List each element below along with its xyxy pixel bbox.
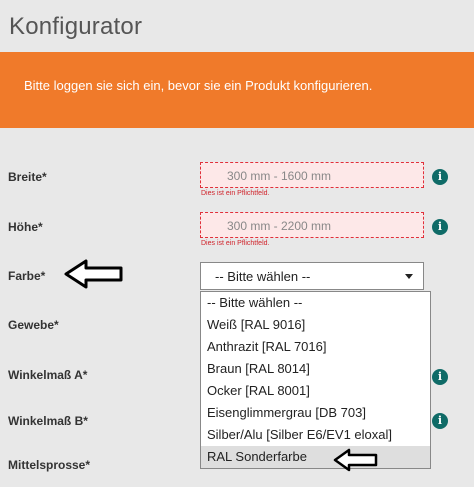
hoehe-error: Dies ist ein Pflichtfeld. <box>201 240 270 247</box>
login-notice-text: Bitte loggen sie sich ein, bevor sie ein… <box>24 78 373 93</box>
breite-input[interactable]: 300 mm - 1600 mm <box>200 162 424 188</box>
winkelmass-a-info-icon[interactable]: i <box>432 369 448 385</box>
hoehe-input[interactable]: 300 mm - 2200 mm <box>200 212 424 238</box>
chevron-down-icon <box>405 274 413 279</box>
winkelmass-a-label: Winkelmaß A* <box>8 368 88 382</box>
farbe-option[interactable]: Braun [RAL 8014] <box>201 358 430 380</box>
login-notice-banner: Bitte loggen sie sich ein, bevor sie ein… <box>0 52 474 128</box>
farbe-dropdown-list: -- Bitte wählen -- Weiß [RAL 9016] Anthr… <box>200 291 431 469</box>
arrow-left-icon <box>333 448 378 472</box>
breite-placeholder: 300 mm - 1600 mm <box>227 169 332 183</box>
breite-error: Dies ist ein Pflichtfeld. <box>201 190 270 197</box>
farbe-select[interactable]: -- Bitte wählen -- <box>200 262 424 290</box>
header: Konfigurator <box>0 0 474 52</box>
farbe-option[interactable]: Weiß [RAL 9016] <box>201 314 430 336</box>
hoehe-placeholder: 300 mm - 2200 mm <box>227 219 332 233</box>
farbe-option[interactable]: -- Bitte wählen -- <box>201 292 430 314</box>
hoehe-label: Höhe* <box>8 220 43 234</box>
farbe-label: Farbe* <box>8 269 46 283</box>
winkelmass-b-info-icon[interactable]: i <box>432 413 448 429</box>
breite-info-icon[interactable]: i <box>432 169 448 185</box>
farbe-option[interactable]: Anthrazit [RAL 7016] <box>201 336 430 358</box>
hoehe-info-icon[interactable]: i <box>432 219 448 235</box>
farbe-option[interactable]: Silber/Alu [Silber E6/EV1 eloxal] <box>201 424 430 446</box>
gewebe-label: Gewebe* <box>8 318 59 332</box>
mittelsprosse-label: Mittelsprosse* <box>8 458 91 472</box>
arrow-left-icon <box>64 259 123 289</box>
farbe-option-highlighted[interactable]: RAL Sonderfarbe <box>201 446 430 468</box>
farbe-option[interactable]: Eisenglimmergrau [DB 703] <box>201 402 430 424</box>
breite-label: Breite* <box>8 170 47 184</box>
farbe-option[interactable]: Ocker [RAL 8001] <box>201 380 430 402</box>
farbe-selected-value: -- Bitte wählen -- <box>215 269 311 284</box>
page-title: Konfigurator <box>9 13 143 40</box>
winkelmass-b-label: Winkelmaß B* <box>8 414 88 428</box>
